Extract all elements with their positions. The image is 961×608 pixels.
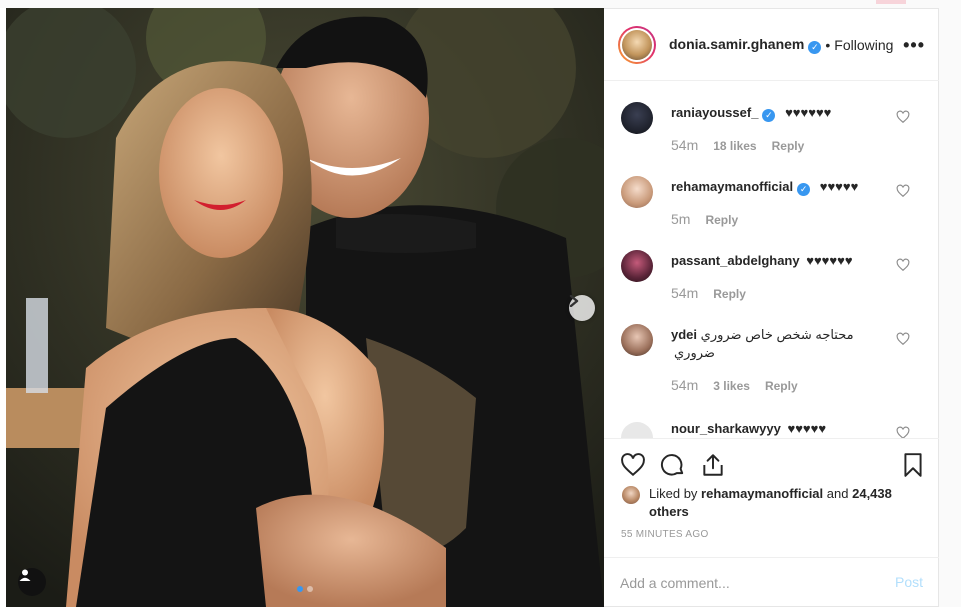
comment-meta: 5m Reply — [671, 211, 738, 227]
comment-username[interactable]: ydei — [671, 327, 697, 342]
comment-text: nour_sharkawyyy ♥♥♥♥♥ — [671, 420, 899, 438]
author-username-text[interactable]: donia.samir.ghanem — [669, 36, 804, 52]
comment-avatar[interactable] — [621, 324, 653, 356]
user-tag-button[interactable] — [18, 568, 46, 596]
comment-time: 5m — [671, 211, 691, 227]
page-scroll-area — [939, 8, 961, 607]
comment-avatar[interactable] — [621, 250, 653, 282]
comment-meta: 54m 18 likes Reply — [671, 137, 804, 153]
share-icon[interactable] — [700, 452, 726, 478]
post-photo[interactable] — [6, 8, 604, 607]
comment-text: raniayoussef_ ✓ ♥♥♥♥♥♥ — [671, 104, 899, 122]
post-comment-button[interactable]: Post — [895, 574, 923, 590]
header-separator: • — [825, 36, 831, 53]
top-strip — [0, 0, 961, 8]
comment-item: nour_sharkawyyy ♥♥♥♥♥ — [604, 396, 939, 438]
reply-button[interactable]: Reply — [772, 139, 805, 153]
comment-avatar[interactable] — [621, 176, 653, 208]
comment-username[interactable]: rehamaymanofficial — [671, 179, 793, 194]
carousel-dots — [297, 586, 313, 592]
comment-like-heart-icon[interactable] — [896, 110, 910, 124]
comment-likes[interactable]: 18 likes — [713, 139, 756, 153]
photo-illustration — [6, 8, 604, 607]
comment-meta: 54m 3 likes Reply — [671, 377, 798, 393]
next-arrow-icon — [569, 295, 579, 307]
verified-badge-icon: ✓ — [762, 108, 776, 122]
more-options-button[interactable]: ••• — [903, 35, 925, 56]
user-tag-icon — [19, 569, 31, 581]
comment-text: rehamaymanofficial ✓ ♥♥♥♥♥ — [671, 178, 899, 196]
reply-button[interactable]: Reply — [765, 379, 798, 393]
comment-item: ydei محتاجه شخص خاص ضروري ضروري 54m 3 li… — [604, 304, 939, 396]
comment-body: ♥♥♥♥♥ — [787, 421, 827, 436]
comment-like-heart-icon[interactable] — [896, 426, 910, 438]
comment-time: 54m — [671, 137, 699, 153]
post-side-panel: donia.samir.ghanem ✓ • Following ••• rani… — [604, 8, 939, 607]
post-actions — [604, 438, 939, 488]
comment-like-heart-icon[interactable] — [896, 258, 910, 272]
liked-by-user[interactable]: rehamaymanofficial — [701, 486, 823, 501]
comment-username[interactable]: passant_abdelghany — [671, 253, 800, 268]
comment-icon[interactable] — [660, 452, 686, 478]
liked-by-avatar[interactable] — [622, 486, 640, 504]
verified-badge-icon: ✓ — [797, 182, 811, 196]
comment-body: محتاجه شخص خاص ضروري ضروري — [674, 327, 854, 360]
verified-badge-icon: ✓ — [808, 40, 822, 54]
top-accent — [876, 0, 906, 4]
comment-like-heart-icon[interactable] — [896, 332, 910, 346]
comment-username[interactable]: nour_sharkawyyy — [671, 421, 781, 436]
liked-by-and: and — [826, 486, 849, 501]
comments-list[interactable]: raniayoussef_ ✓ ♥♥♥♥♥♥ 54m 18 likes Reply… — [604, 82, 939, 438]
carousel-dot — [307, 586, 313, 592]
carousel-dot-active — [297, 586, 303, 592]
comment-body: ♥♥♥♥♥ — [819, 179, 859, 194]
comment-meta: 54m Reply — [671, 285, 746, 301]
comment-body: ♥♥♥♥♥♥ — [806, 253, 853, 268]
next-photo-button[interactable] — [569, 295, 595, 321]
comment-avatar[interactable] — [621, 422, 653, 438]
comment-time: 54m — [671, 377, 699, 393]
following-button[interactable]: Following — [834, 37, 893, 53]
bookmark-icon[interactable] — [900, 452, 926, 478]
add-comment-bar: Post — [604, 557, 939, 608]
comment-likes[interactable]: 3 likes — [713, 379, 750, 393]
comment-body: ♥♥♥♥♥♥ — [785, 105, 832, 120]
comment-item: raniayoussef_ ✓ ♥♥♥♥♥♥ 54m 18 likes Reply — [604, 82, 939, 156]
comment-text: passant_abdelghany ♥♥♥♥♥♥ — [671, 252, 899, 270]
comment-like-heart-icon[interactable] — [896, 184, 910, 198]
likes-summary: Liked by rehamaymanofficial and 24,438 o… — [649, 485, 909, 521]
comment-avatar[interactable] — [621, 102, 653, 134]
liked-by-prefix: Liked by — [649, 486, 698, 501]
comment-item: rehamaymanofficial ✓ ♥♥♥♥♥ 5m Reply — [604, 156, 939, 230]
heart-icon[interactable] — [620, 452, 646, 478]
author-avatar[interactable] — [618, 25, 656, 64]
comment-time: 54m — [671, 285, 699, 301]
reply-button[interactable]: Reply — [705, 213, 738, 227]
author-username[interactable]: donia.samir.ghanem ✓ — [669, 36, 822, 54]
reply-button[interactable]: Reply — [713, 287, 746, 301]
post-header: donia.samir.ghanem ✓ • Following ••• — [604, 9, 939, 81]
add-comment-input[interactable] — [620, 572, 880, 594]
comment-username[interactable]: raniayoussef_ — [671, 105, 758, 120]
post-timestamp[interactable]: 55 MINUTES AGO — [621, 529, 709, 540]
comment-text: ydei محتاجه شخص خاص ضروري ضروري — [671, 326, 899, 362]
comment-item: passant_abdelghany ♥♥♥♥♥♥ 54m Reply — [604, 230, 939, 304]
